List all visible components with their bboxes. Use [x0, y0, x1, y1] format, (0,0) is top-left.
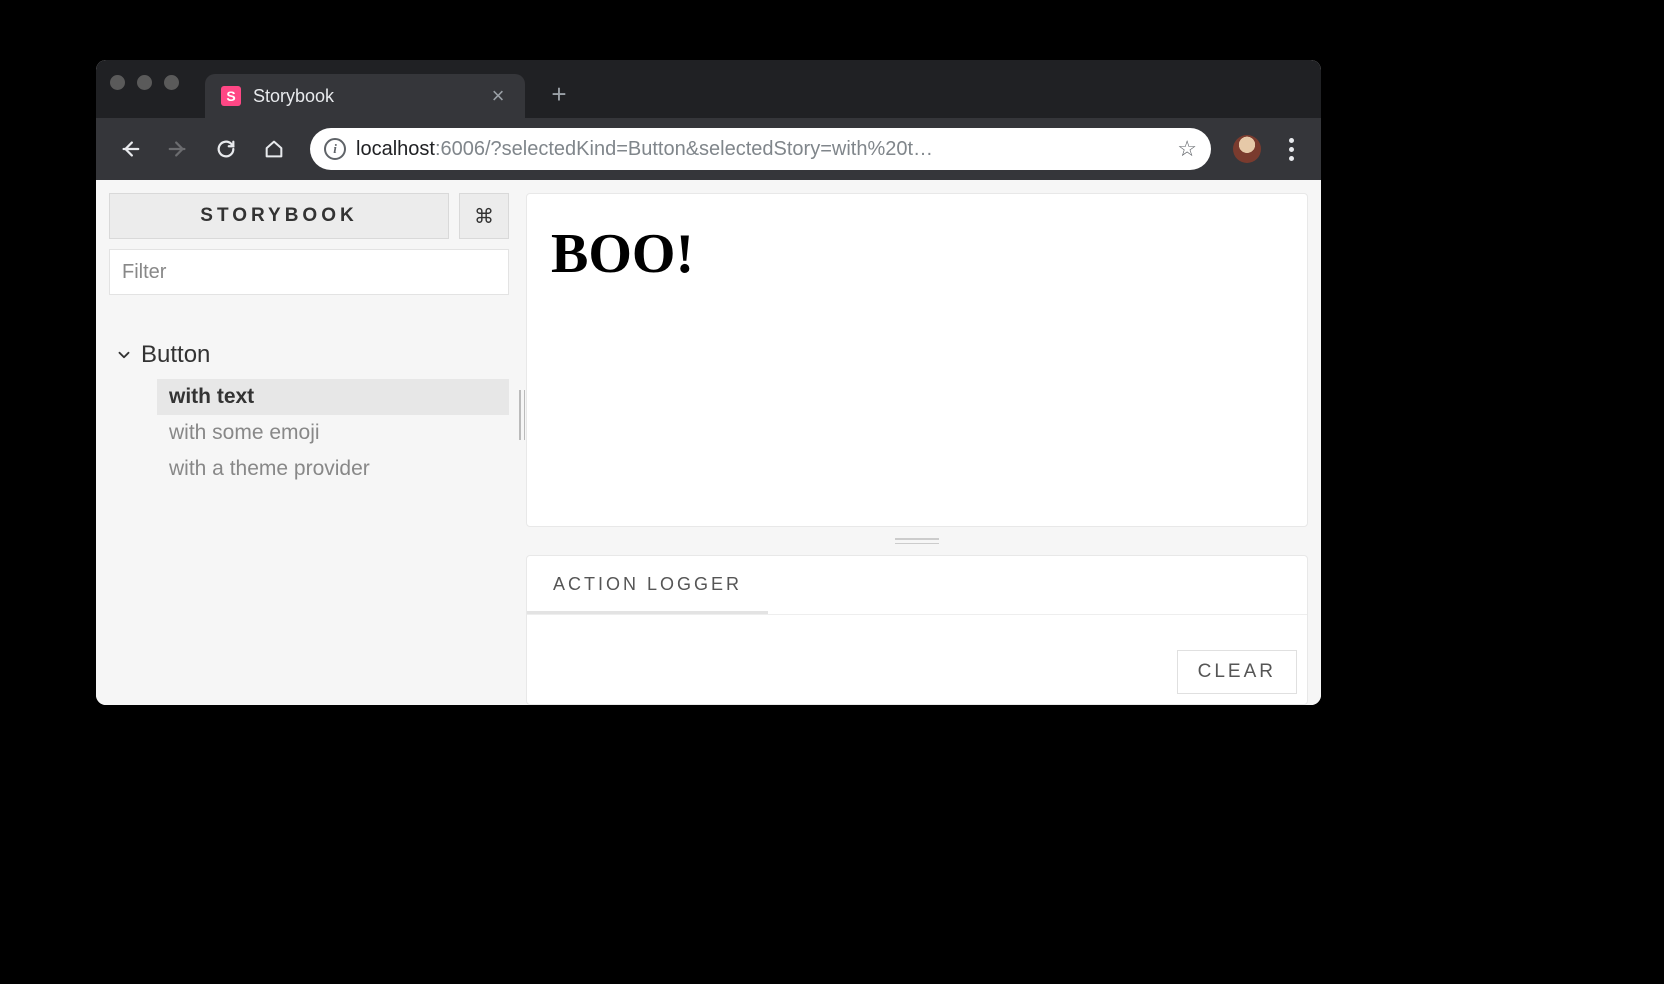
window-controls: [110, 60, 205, 118]
home-icon: [263, 138, 285, 160]
story-item[interactable]: with text: [157, 379, 509, 415]
new-tab-button[interactable]: +: [539, 74, 579, 114]
reload-icon: [215, 138, 237, 160]
panel-tab-action-logger[interactable]: ACTION LOGGER: [527, 556, 768, 614]
panel-resize-handle[interactable]: [526, 537, 1308, 545]
bookmark-icon[interactable]: ☆: [1177, 136, 1197, 162]
story-item[interactable]: with some emoji: [157, 415, 509, 451]
home-button[interactable]: [254, 129, 294, 169]
preview-pane: BOO!: [526, 193, 1308, 527]
story-tree: Button with text with some emoji with a …: [109, 305, 509, 487]
close-tab-icon[interactable]: ×: [487, 85, 509, 107]
tab-strip: S Storybook × +: [96, 60, 1321, 118]
tab-title: Storybook: [253, 86, 475, 107]
browser-menu-button[interactable]: [1275, 138, 1307, 161]
sidebar-resize-handle[interactable]: [516, 390, 528, 440]
clear-button[interactable]: CLEAR: [1177, 650, 1297, 694]
panel-tabs: ACTION LOGGER: [527, 556, 1307, 615]
shortcuts-button[interactable]: ⌘: [459, 193, 509, 239]
page-viewport: STORYBOOK ⌘ Button with text with some e…: [96, 180, 1321, 705]
addon-panel: ACTION LOGGER CLEAR: [526, 555, 1308, 705]
profile-avatar[interactable]: [1233, 135, 1261, 163]
storybook-sidebar: STORYBOOK ⌘ Button with text with some e…: [96, 180, 522, 705]
minimize-window-icon[interactable]: [137, 75, 152, 90]
back-button[interactable]: [110, 129, 150, 169]
panel-body: CLEAR: [527, 615, 1307, 704]
browser-window: S Storybook × + localhost:6: [96, 60, 1321, 705]
browser-tab[interactable]: S Storybook ×: [205, 74, 525, 118]
kind-button[interactable]: Button: [109, 337, 509, 373]
reload-button[interactable]: [206, 129, 246, 169]
chevron-down-icon: [115, 346, 133, 364]
favicon-icon: S: [221, 86, 241, 106]
storybook-main: BOO! ACTION LOGGER CLEAR: [522, 180, 1321, 705]
site-info-icon[interactable]: [324, 138, 346, 160]
story-item[interactable]: with a theme provider: [157, 451, 509, 487]
arrow-left-icon: [119, 138, 141, 160]
filter-input[interactable]: [109, 249, 509, 295]
zoom-window-icon[interactable]: [164, 75, 179, 90]
arrow-right-icon: [167, 138, 189, 160]
url-text: localhost:6006/?selectedKind=Button&sele…: [356, 138, 1167, 161]
url-path: :6006/?selectedKind=Button&selectedStory…: [435, 138, 933, 160]
story-list: with text with some emoji with a theme p…: [109, 379, 509, 487]
preview-heading: BOO!: [551, 222, 1283, 286]
address-bar[interactable]: localhost:6006/?selectedKind=Button&sele…: [310, 128, 1211, 170]
browser-toolbar: localhost:6006/?selectedKind=Button&sele…: [96, 118, 1321, 180]
kind-label: Button: [141, 341, 210, 369]
close-window-icon[interactable]: [110, 75, 125, 90]
url-host: localhost: [356, 138, 435, 160]
forward-button[interactable]: [158, 129, 198, 169]
storybook-title-button[interactable]: STORYBOOK: [109, 193, 449, 239]
